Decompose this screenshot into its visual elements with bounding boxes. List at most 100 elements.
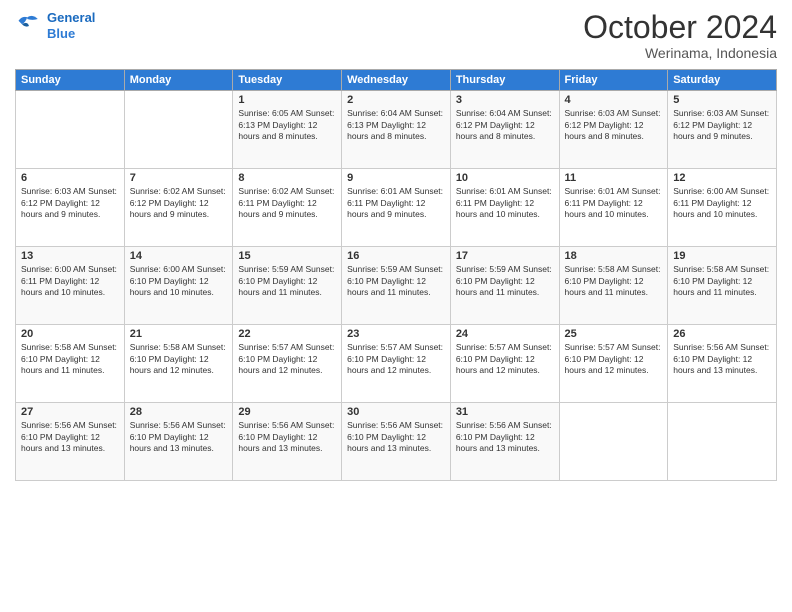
day-cell: 15 Sunrise: 5:59 AM Sunset: 6:10 PM Dayli… [233,247,342,325]
day-cell: 24Sunrise: 5:57 AM Sunset: 6:10 PM Dayli… [450,325,559,403]
day-number: 8 [238,172,336,184]
day-info: Sunrise: 5:57 AM Sunset: 6:10 PM Dayligh… [347,342,445,376]
day-info: Sunrise: 6:01 AM Sunset: 6:11 PM Dayligh… [347,186,445,220]
day-info: Sunrise: 5:58 AM Sunset: 6:10 PM Dayligh… [130,342,228,376]
column-header-wednesday: Wednesday [342,70,451,91]
day-info: Sunrise: 6:05 AM Sunset: 6:13 PM Dayligh… [238,108,336,142]
day-cell: 20Sunrise: 5:58 AM Sunset: 6:10 PM Dayli… [16,325,125,403]
day-cell: 3Sunrise: 6:04 AM Sunset: 6:12 PM Daylig… [450,91,559,169]
day-number: 4 [565,94,663,106]
day-cell: 17 Sunrise: 5:59 AM Sunset: 6:10 PM Dayli… [450,247,559,325]
column-header-saturday: Saturday [668,70,777,91]
day-cell: 7 Sunrise: 6:02 AM Sunset: 6:12 PM Daylig… [124,169,233,247]
header-row: SundayMondayTuesdayWednesdayThursdayFrid… [16,70,777,91]
day-info: Sunrise: 6:04 AM Sunset: 6:12 PM Dayligh… [456,108,554,142]
day-number: 21 [130,328,228,340]
week-row-5: 27 Sunrise: 5:56 AM Sunset: 6:10 PM Dayli… [16,403,777,481]
day-info: Sunrise: 5:59 AM Sunset: 6:10 PM Dayligh… [347,264,445,298]
day-info: Sunrise: 5:58 AM Sunset: 6:10 PM Dayligh… [673,264,771,298]
day-cell: 4 Sunrise: 6:03 AM Sunset: 6:12 PM Daylig… [559,91,668,169]
day-number: 27 [21,406,119,418]
day-info: Sunrise: 6:03 AM Sunset: 6:12 PM Dayligh… [673,108,771,142]
day-number: 17 [456,250,554,262]
day-info: Sunrise: 5:57 AM Sunset: 6:10 PM Dayligh… [565,342,663,376]
day-cell: 19 Sunrise: 5:58 AM Sunset: 6:10 PM Dayli… [668,247,777,325]
day-number: 19 [673,250,771,262]
day-number: 18 [565,250,663,262]
header: General Blue October 2024 Werinama, Indo… [15,10,777,61]
page: General Blue October 2024 Werinama, Indo… [0,0,792,612]
day-number: 25 [565,328,663,340]
day-cell [124,91,233,169]
day-cell [668,403,777,481]
column-header-thursday: Thursday [450,70,559,91]
day-number: 6 [21,172,119,184]
week-row-4: 20 Sunrise: 5:58 AM Sunset: 6:10 PM Dayli… [16,325,777,403]
day-cell: 23Sunrise: 5:57 AM Sunset: 6:10 PM Dayli… [342,325,451,403]
day-cell: 10 Sunrise: 6:01 AM Sunset: 6:11 PM Dayli… [450,169,559,247]
day-cell: 25 Sunrise: 5:57 AM Sunset: 6:10 PM Dayli… [559,325,668,403]
day-info: Sunrise: 6:00 AM Sunset: 6:11 PM Dayligh… [673,186,771,220]
day-cell: 8Sunrise: 6:02 AM Sunset: 6:11 PM Daylig… [233,169,342,247]
day-number: 5 [673,94,771,106]
day-number: 10 [456,172,554,184]
day-number: 9 [347,172,445,184]
day-info: Sunrise: 6:04 AM Sunset: 6:13 PM Dayligh… [347,108,445,142]
day-cell: 1 Sunrise: 6:05 AM Sunset: 6:13 PM Daylig… [233,91,342,169]
day-cell: 6 Sunrise: 6:03 AM Sunset: 6:12 PM Daylig… [16,169,125,247]
column-header-tuesday: Tuesday [233,70,342,91]
day-cell: 29 Sunrise: 5:56 AM Sunset: 6:10 PM Dayli… [233,403,342,481]
day-number: 1 [238,94,336,106]
day-cell: 16 Sunrise: 5:59 AM Sunset: 6:10 PM Dayli… [342,247,451,325]
day-cell: 28 Sunrise: 5:56 AM Sunset: 6:10 PM Dayli… [124,403,233,481]
day-number: 26 [673,328,771,340]
day-number: 22 [238,328,336,340]
week-row-2: 6 Sunrise: 6:03 AM Sunset: 6:12 PM Daylig… [16,169,777,247]
column-header-sunday: Sunday [16,70,125,91]
day-info: Sunrise: 5:56 AM Sunset: 6:10 PM Dayligh… [21,420,119,454]
day-number: 7 [130,172,228,184]
day-cell: 2 Sunrise: 6:04 AM Sunset: 6:13 PM Daylig… [342,91,451,169]
day-number: 15 [238,250,336,262]
day-number: 11 [565,172,663,184]
day-cell: 31Sunrise: 5:56 AM Sunset: 6:10 PM Dayli… [450,403,559,481]
title-area: October 2024 Werinama, Indonesia [583,10,777,61]
day-cell: 14 Sunrise: 6:00 AM Sunset: 6:10 PM Dayli… [124,247,233,325]
day-number: 29 [238,406,336,418]
week-row-3: 13 Sunrise: 6:00 AM Sunset: 6:11 PM Dayli… [16,247,777,325]
day-cell: 30Sunrise: 5:56 AM Sunset: 6:10 PM Dayli… [342,403,451,481]
day-cell [559,403,668,481]
day-info: Sunrise: 6:03 AM Sunset: 6:12 PM Dayligh… [21,186,119,220]
day-info: Sunrise: 5:59 AM Sunset: 6:10 PM Dayligh… [238,264,336,298]
day-info: Sunrise: 6:03 AM Sunset: 6:12 PM Dayligh… [565,108,663,142]
day-info: Sunrise: 5:56 AM Sunset: 6:10 PM Dayligh… [238,420,336,454]
day-cell: 22 Sunrise: 5:57 AM Sunset: 6:10 PM Dayli… [233,325,342,403]
day-cell: 13 Sunrise: 6:00 AM Sunset: 6:11 PM Dayli… [16,247,125,325]
day-number: 20 [21,328,119,340]
day-info: Sunrise: 6:02 AM Sunset: 6:12 PM Dayligh… [130,186,228,220]
day-number: 16 [347,250,445,262]
day-number: 13 [21,250,119,262]
day-info: Sunrise: 5:57 AM Sunset: 6:10 PM Dayligh… [238,342,336,376]
day-info: Sunrise: 6:00 AM Sunset: 6:10 PM Dayligh… [130,264,228,298]
day-number: 2 [347,94,445,106]
location: Werinama, Indonesia [583,45,777,61]
day-cell: 26 Sunrise: 5:56 AM Sunset: 6:10 PM Dayli… [668,325,777,403]
month-title: October 2024 [583,10,777,45]
day-info: Sunrise: 5:59 AM Sunset: 6:10 PM Dayligh… [456,264,554,298]
day-info: Sunrise: 6:01 AM Sunset: 6:11 PM Dayligh… [565,186,663,220]
day-number: 12 [673,172,771,184]
day-info: Sunrise: 5:56 AM Sunset: 6:10 PM Dayligh… [673,342,771,376]
day-number: 14 [130,250,228,262]
day-info: Sunrise: 5:56 AM Sunset: 6:10 PM Dayligh… [130,420,228,454]
day-number: 28 [130,406,228,418]
logo-blue: Blue [47,26,75,41]
column-header-monday: Monday [124,70,233,91]
day-cell: 18Sunrise: 5:58 AM Sunset: 6:10 PM Dayli… [559,247,668,325]
day-info: Sunrise: 6:00 AM Sunset: 6:11 PM Dayligh… [21,264,119,298]
week-row-1: 1 Sunrise: 6:05 AM Sunset: 6:13 PM Daylig… [16,91,777,169]
day-cell: 5 Sunrise: 6:03 AM Sunset: 6:12 PM Daylig… [668,91,777,169]
day-info: Sunrise: 6:01 AM Sunset: 6:11 PM Dayligh… [456,186,554,220]
column-header-friday: Friday [559,70,668,91]
day-info: Sunrise: 5:56 AM Sunset: 6:10 PM Dayligh… [456,420,554,454]
